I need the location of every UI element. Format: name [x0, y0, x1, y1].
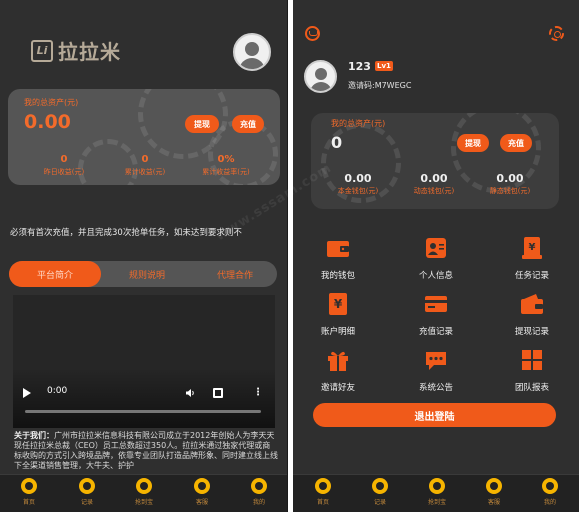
menu-invite-friends[interactable]: 邀请好友: [307, 348, 369, 393]
total-assets-amount: 0.00: [24, 111, 71, 133]
video-time: 0:00: [47, 386, 68, 396]
stat-cumulative: 0 累计收益(元): [124, 154, 166, 176]
records-icon: [79, 478, 95, 494]
total-assets-label: 我的总资产(元): [331, 119, 386, 128]
user-icon: [245, 42, 259, 56]
menu-personal-info[interactable]: 个人信息: [405, 236, 467, 281]
total-assets-amount: 0: [331, 133, 343, 152]
about-title: 关于我们：: [14, 431, 54, 440]
avatar[interactable]: [233, 33, 271, 71]
more-options-icon[interactable]: ⋮: [253, 386, 263, 400]
tab-agency[interactable]: 代理合作: [193, 261, 277, 287]
home-screen: Li 拉拉米 我的总资产(元) 0.00 提现 充值 0 昨日收益(元) 0 累…: [0, 0, 288, 512]
notice-marquee: 必须有首次充值，并且完成30次抢单任务，如未达到要求则不: [10, 228, 242, 238]
account-detail-icon: ¥: [329, 293, 347, 315]
task-doc-icon: ¥: [522, 237, 542, 259]
play-icon[interactable]: [23, 388, 31, 398]
tab-rules[interactable]: 规则说明: [105, 261, 189, 287]
settings-gear-icon[interactable]: [549, 26, 564, 41]
video-progress-bar[interactable]: [25, 410, 261, 413]
logout-button[interactable]: 退出登陆: [313, 403, 556, 427]
withdraw-button[interactable]: 提现: [457, 134, 489, 152]
username: 123: [348, 60, 371, 73]
svg-text:¥: ¥: [334, 297, 343, 311]
total-assets-label: 我的总资产(元): [24, 98, 79, 107]
profile-card-icon: [426, 238, 446, 258]
mine-icon: [251, 478, 267, 494]
tab-platform-intro[interactable]: 平台简介: [9, 261, 101, 287]
home-icon: [21, 478, 37, 494]
intro-video[interactable]: 0:00 ⋮: [13, 295, 275, 428]
service-icon: [486, 478, 502, 494]
nav-home[interactable]: 首页: [9, 478, 49, 506]
wallet-icon: [327, 241, 349, 257]
nav-service[interactable]: 客服: [182, 478, 222, 506]
withdraw-button[interactable]: 提现: [185, 115, 219, 133]
nav-home[interactable]: 首页: [303, 478, 343, 506]
menu-account-details[interactable]: ¥ 账户明细: [307, 292, 369, 337]
recharge-button[interactable]: 充值: [500, 134, 532, 152]
nav-mine[interactable]: 我的: [530, 478, 570, 506]
bottom-nav: 首页 记录 抢到宝 客服 我的: [293, 474, 579, 512]
message-icon[interactable]: [305, 26, 320, 41]
credit-card-icon: [425, 296, 447, 312]
svg-text:¥: ¥: [529, 242, 536, 253]
grab-icon: [136, 478, 152, 494]
menu-system-notice[interactable]: 系统公告: [405, 348, 467, 393]
user-icon: [314, 68, 327, 80]
avatar[interactable]: [304, 60, 337, 93]
grab-icon: [429, 478, 445, 494]
nav-service[interactable]: 客服: [474, 478, 514, 506]
logo-text: 拉拉米: [58, 40, 121, 64]
stat-static-wallet: 0.00 静态钱包(元): [489, 172, 531, 195]
total-assets-card: 我的总资产(元) 0.00 提现 充值 0 昨日收益(元) 0 累计收益(元) …: [8, 89, 280, 185]
gift-icon: [328, 351, 348, 371]
profile-screen: 123 Lv1 邀请码:M7WEGC 我的总资产(元) 0 提现 充值 0.00…: [293, 0, 579, 512]
grid-report-icon: [522, 350, 542, 370]
nav-grab[interactable]: 抢到宝: [124, 478, 164, 506]
chat-bubble-icon: [426, 352, 446, 370]
volume-icon[interactable]: [185, 388, 195, 398]
menu-team-report[interactable]: 团队报表: [501, 348, 563, 393]
menu-withdraw-records[interactable]: 提现记录: [501, 292, 563, 337]
home-icon: [315, 478, 331, 494]
nav-mine[interactable]: 我的: [239, 478, 279, 506]
recharge-button[interactable]: 充值: [232, 115, 264, 133]
logo-mark-icon: Li: [31, 39, 53, 62]
bottom-nav: 首页 记录 抢到宝 客服 我的: [0, 474, 287, 512]
info-tabs: 平台简介 规则说明 代理合作: [9, 261, 277, 287]
service-icon: [194, 478, 210, 494]
menu-task-records[interactable]: ¥ 任务记录: [501, 236, 563, 281]
nav-records[interactable]: 记录: [67, 478, 107, 506]
mine-icon: [542, 478, 558, 494]
stat-dynamic-wallet: 0.00 动态钱包(元): [413, 172, 455, 195]
invite-code: 邀请码:M7WEGC: [348, 81, 412, 90]
menu-my-wallet[interactable]: 我的钱包: [307, 236, 369, 281]
about-us-text: 关于我们：广州市拉拉米信息科技有限公司成立于2012年创始人为李天天现任拉拉米总…: [14, 431, 278, 471]
about-body: 广州市拉拉米信息科技有限公司成立于2012年创始人为李天天现任拉拉米总裁（CEO…: [14, 431, 278, 470]
app-logo: Li 拉拉米: [31, 36, 121, 65]
level-badge: Lv1: [375, 61, 393, 71]
stat-yesterday: 0 昨日收益(元): [43, 154, 85, 176]
withdraw-wallet-icon: [521, 294, 543, 314]
nav-records[interactable]: 记录: [360, 478, 400, 506]
total-assets-card: 我的总资产(元) 0 提现 充值 0.00 本金钱包(元) 0.00 动态钱包(…: [311, 113, 559, 209]
stat-principal-wallet: 0.00 本金钱包(元): [337, 172, 379, 195]
nav-grab[interactable]: 抢到宝: [417, 478, 457, 506]
stat-rate: 0% 累计收益率(元): [202, 154, 250, 176]
menu-recharge-records[interactable]: 充值记录: [405, 292, 467, 337]
records-icon: [372, 478, 388, 494]
fullscreen-icon[interactable]: [213, 388, 223, 398]
